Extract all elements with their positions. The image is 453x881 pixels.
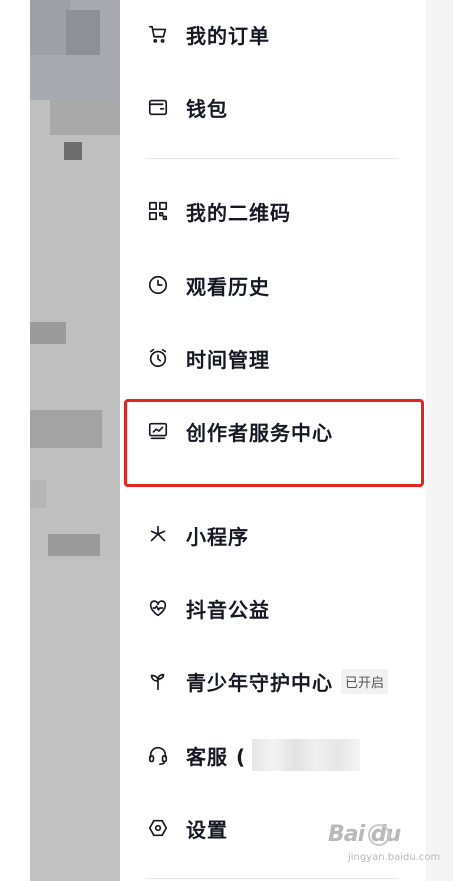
blur-block — [30, 480, 46, 508]
status-badge: 已开启 — [341, 668, 389, 694]
menu-item-orders[interactable]: 我的订单 — [146, 14, 270, 54]
background-page — [0, 0, 141, 881]
menu-item-service[interactable]: 客服 ( — [146, 735, 361, 775]
blurred-content — [252, 739, 361, 771]
menu-item-settings[interactable]: 设置 — [146, 808, 228, 848]
menu-item-label: 客服 ( — [186, 744, 247, 769]
paw-icon — [368, 824, 390, 846]
menu-item-history[interactable]: 观看历史 — [146, 265, 270, 305]
menu-item-charity[interactable]: 抖音公益 — [146, 588, 270, 628]
menu-item-label: 钱包 — [186, 96, 228, 121]
menu-item-label: 设置 — [186, 817, 228, 842]
highlight-box — [124, 399, 424, 487]
menu-item-youth[interactable]: 青少年守护中心 已开启 — [146, 661, 389, 701]
menu-item-label: 小程序 — [186, 524, 249, 549]
menu-item-label: 我的订单 — [186, 23, 270, 48]
divider — [146, 878, 398, 879]
clock-icon — [146, 273, 170, 297]
screen: 我的订单 钱包 我的二维码 观看历史 时间管理 创作者服务中心 小程序 抖音公益… — [0, 0, 453, 881]
blur-block — [48, 534, 100, 556]
watermark-domain: jingyan.baidu.com — [348, 852, 441, 863]
blur-block — [30, 560, 120, 881]
menu-item-label: 我的二维码 — [186, 200, 291, 225]
asterisk-icon — [146, 523, 170, 547]
headset-icon — [146, 743, 170, 767]
blur-block — [50, 100, 120, 135]
sprout-icon — [146, 669, 170, 693]
menu-item-time[interactable]: 时间管理 — [146, 338, 270, 378]
alarm-clock-icon — [146, 346, 170, 370]
blur-block — [30, 410, 102, 448]
heart-pulse-icon — [146, 596, 170, 620]
right-margin — [426, 0, 453, 881]
menu-item-wallet[interactable]: 钱包 — [146, 87, 228, 127]
menu-item-label: 抖音公益 — [186, 597, 270, 622]
menu-item-miniapp[interactable]: 小程序 — [146, 515, 249, 555]
blur-block — [66, 10, 100, 55]
menu-item-label: 青少年守护中心 — [186, 670, 333, 695]
wallet-icon — [146, 95, 170, 119]
divider — [146, 158, 398, 159]
watermark: Bai du jingyan.baidu.com — [328, 822, 440, 872]
qr-code-icon — [146, 199, 170, 223]
menu-item-qrcode[interactable]: 我的二维码 — [146, 191, 291, 231]
blur-block — [64, 142, 82, 160]
blur-block — [30, 322, 66, 344]
blur-block — [30, 0, 70, 55]
hexagon-gear-icon — [146, 816, 170, 840]
menu-item-label: 观看历史 — [186, 274, 270, 299]
menu-item-label: 时间管理 — [186, 347, 270, 372]
cart-icon — [146, 22, 170, 46]
